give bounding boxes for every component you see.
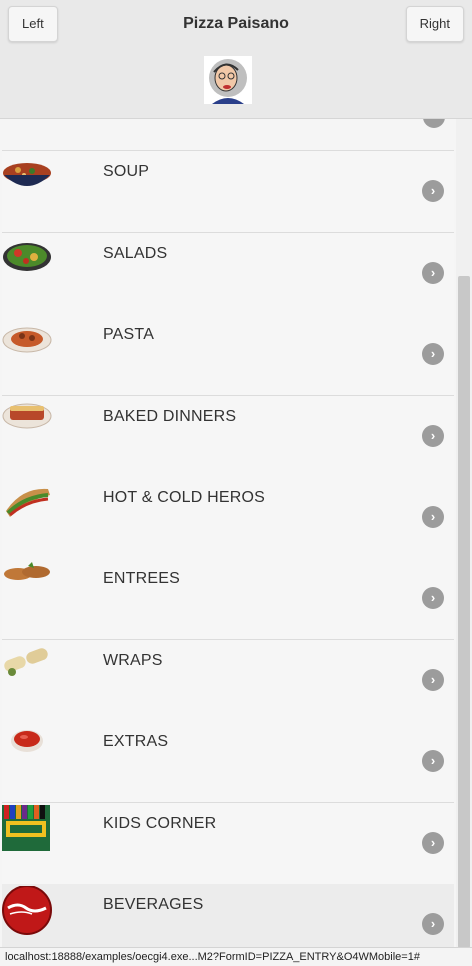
coca-cola-icon (2, 886, 52, 935)
menu-item-baked-dinners[interactable]: BAKED DINNERS › (2, 396, 454, 478)
status-bar-url: localhost:18888/examples/oecgi4.exe...M2… (0, 947, 472, 966)
menu-item-salads[interactable]: SALADS › (2, 233, 454, 315)
chevron-right-icon: › (422, 262, 444, 284)
chevron-right-icon (423, 118, 445, 128)
chevron-right-icon: › (422, 832, 444, 854)
menu-item-wraps[interactable]: WRAPS › (2, 640, 454, 722)
menu-item-label: BAKED DINNERS (103, 408, 237, 425)
menu-item-label: SOUP (103, 163, 150, 180)
scrollbar-thumb[interactable] (458, 276, 470, 948)
menu-item-label: HOT & COLD HEROS (103, 489, 266, 506)
chef-logo-icon (204, 56, 252, 104)
menu-item-label: PASTA (103, 326, 155, 343)
hero-sandwich-icon (6, 488, 50, 517)
crayons-icon (2, 805, 50, 851)
right-button[interactable]: Right (405, 6, 464, 42)
chevron-right-icon: › (422, 425, 444, 447)
sauce-cup-icon (11, 730, 43, 752)
menu-item-extras[interactable]: EXTRAS › (2, 721, 454, 803)
chevron-right-icon: › (422, 587, 444, 609)
menu-item-entrees[interactable]: ENTREES › (2, 558, 454, 640)
pasta-plate-icon (2, 327, 52, 353)
entree-cutlets-icon (4, 562, 50, 580)
chevron-right-icon: › (422, 669, 444, 691)
chevron-right-icon: › (422, 506, 444, 528)
menu-item-label: KIDS CORNER (103, 815, 217, 832)
baked-dinner-icon (2, 403, 52, 429)
menu-item-label: BEVERAGES (103, 896, 204, 913)
chevron-right-icon: › (422, 913, 444, 935)
chevron-right-icon: › (422, 343, 444, 365)
menu-item-label: ENTREES (103, 570, 180, 587)
page-title: Pizza Paisano (183, 15, 289, 32)
menu-item-label: SALADS (103, 245, 168, 262)
menu-item-hot-cold-heros[interactable]: HOT & COLD HEROS › (2, 477, 454, 559)
menu-item-soup[interactable]: SOUP › (2, 151, 454, 233)
menu-item-pasta[interactable]: PASTA › (2, 314, 454, 396)
menu-item-label: EXTRAS (103, 733, 169, 750)
chevron-right-icon: › (422, 750, 444, 772)
salad-plate-icon (3, 243, 51, 271)
menu-item-kids-corner[interactable]: KIDS CORNER › (2, 803, 454, 885)
menu-item-label: WRAPS (103, 652, 163, 669)
menu-list: SOUP › SALADS › PASTA › BAKED DINNERS › (2, 118, 454, 948)
soup-bowl-icon (3, 163, 51, 186)
app-header: Left Pizza Paisano Right (0, 0, 472, 119)
menu-item-beverages[interactable]: BEVERAGES › (2, 884, 454, 948)
wraps-icon (4, 648, 48, 676)
chevron-right-icon: › (422, 180, 444, 202)
